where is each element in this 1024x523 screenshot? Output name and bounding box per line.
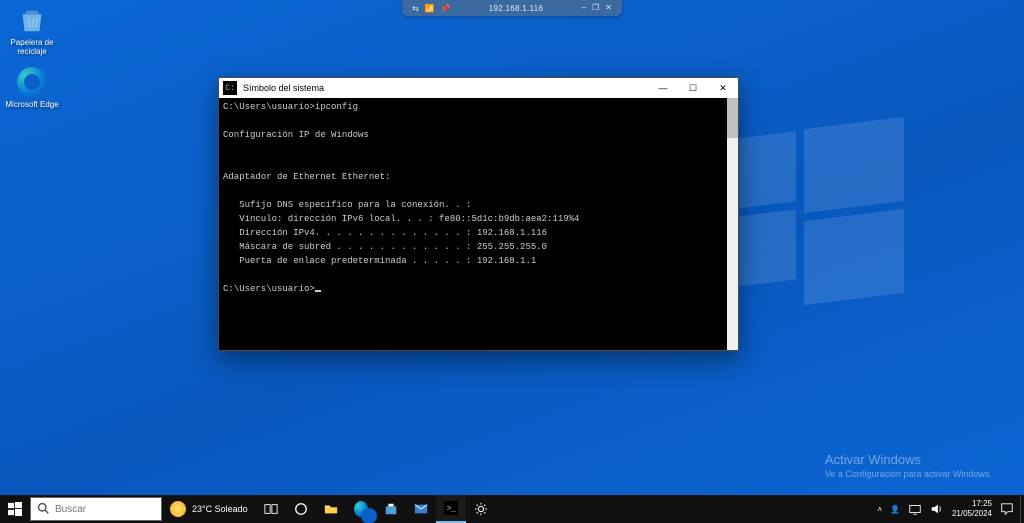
edge-icon [354,501,368,517]
taskbar: 23°C Soleado >_ ˄ 👤 17:25 21/05/2024 [0,495,1024,523]
edge-button[interactable] [346,495,376,523]
clock-date: 21/05/2024 [952,509,992,519]
search-icon [37,502,49,517]
weather-icon [170,501,186,517]
weather-temp: 23°C [192,504,212,514]
tray-chevron-icon[interactable]: ˄ [877,505,882,514]
desktop-icon-edge[interactable]: Microsoft Edge [4,66,60,109]
start-button[interactable] [0,495,30,523]
explorer-button[interactable] [316,495,346,523]
viewer-window-controls[interactable]: —❐✕ [581,3,612,13]
cmd-title: Símbolo del sistema [243,83,648,93]
notification-icon[interactable] [1000,502,1014,516]
clock-time: 17:25 [952,499,992,509]
tray-people-icon[interactable]: 👤 [890,505,900,514]
desktop-icon-label: Papelera de reciclaje [10,38,53,56]
taskbar-search[interactable] [30,497,162,521]
activation-sub: Ve a Configuración para activar Windows. [825,469,992,479]
remote-viewer-bar: ⇆📶📌 192.168.1.116 —❐✕ [402,0,622,16]
viewer-left-icons: ⇆📶📌 [412,4,451,13]
cmd-scrollbar[interactable] [727,98,738,350]
activation-watermark: Activar Windows Ve a Configuración para … [825,452,992,479]
desktop-icons: Papelera de reciclaje Microsoft Edge [4,4,60,109]
cmd-body[interactable]: C:\Users\usuario>ipconfig Configuración … [219,98,738,350]
cmd-icon: C: [223,81,237,95]
store-button[interactable] [376,495,406,523]
search-input[interactable] [55,504,155,515]
scroll-thumb[interactable] [727,98,738,138]
show-desktop-button[interactable] [1020,495,1024,523]
desktop-icon-recycle-bin[interactable]: Papelera de reciclaje [4,4,60,56]
cmd-window[interactable]: C: Símbolo del sistema — ☐ ✕ C:\Users\us… [218,77,739,351]
taskbar-clock[interactable]: 17:25 21/05/2024 [952,499,992,519]
svg-text:>_: >_ [446,505,456,514]
cortana-button[interactable] [286,495,316,523]
mail-button[interactable] [406,495,436,523]
settings-button[interactable] [466,495,496,523]
desktop-icon-label: Microsoft Edge [5,100,58,109]
recycle-bin-icon [16,4,48,36]
taskbar-news[interactable]: 23°C Soleado [162,495,256,523]
cmd-taskbar-button[interactable]: >_ [436,495,466,523]
activation-title: Activar Windows [825,452,992,467]
tray-volume-icon[interactable] [930,502,944,516]
weather-text: Soleado [215,504,248,514]
cmd-output: C:\Users\usuario>ipconfig Configuración … [223,100,734,296]
maximize-button[interactable]: ☐ [678,78,708,98]
edge-icon [16,66,48,98]
task-view-button[interactable] [256,495,286,523]
minimize-button[interactable]: — [648,78,678,98]
cmd-titlebar[interactable]: C: Símbolo del sistema — ☐ ✕ [219,78,738,98]
taskbar-spacer [496,495,872,523]
viewer-ip: 192.168.1.116 [489,4,543,13]
close-button[interactable]: ✕ [708,78,738,98]
system-tray[interactable]: ˄ 👤 17:25 21/05/2024 [871,495,1020,523]
tray-network-icon[interactable] [908,502,922,516]
